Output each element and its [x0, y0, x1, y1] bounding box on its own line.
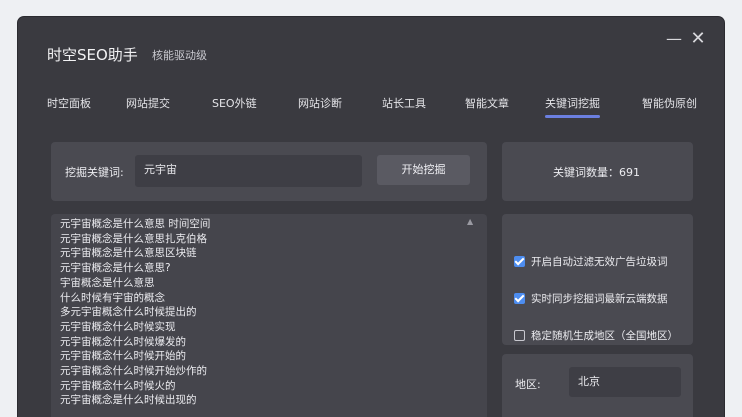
keyword-count: 关键词数量：691 — [553, 166, 640, 179]
keyword-search-panel: 挖掘关键词: 元宇宙 开始挖掘 — [51, 142, 487, 201]
option-label: 实时同步挖掘词最新云端数据 — [531, 293, 668, 305]
list-item: 多元宇宙概念什么时候提出的 — [60, 306, 197, 319]
list-item: 元宇宙概念什么时候实现 — [60, 320, 176, 333]
app-window: 时空SEO助手 核能驱动级 — ✕ 时空面板 网站提交 SEO外链 网站诊断 站… — [18, 17, 724, 417]
list-item: 宇宙概念是什么意思 — [60, 276, 155, 289]
list-item: 元宇宙概念什么时候开始的 — [60, 350, 186, 363]
tab-webmaster-tools[interactable]: 站长工具 — [382, 95, 426, 111]
option-filter-ads[interactable]: 开启自动过滤无效广告垃圾词 — [514, 254, 668, 269]
list-item: 元宇宙概念是什么时候出现的 — [60, 394, 197, 407]
tab-smart-rewrite[interactable]: 智能伪原创 — [642, 95, 697, 111]
region-panel: 地区: 北京 — [502, 354, 693, 417]
keyword-label: 挖掘关键词: — [65, 166, 124, 179]
scroll-up-icon[interactable]: ▲ — [467, 217, 473, 226]
list-item: 元宇宙概念是什么意思? — [60, 262, 171, 275]
checkbox-checked-icon[interactable] — [514, 293, 525, 304]
tab-seo-links[interactable]: SEO外链 — [212, 95, 257, 111]
tab-site-submit[interactable]: 网站提交 — [126, 95, 170, 111]
options-panel: 开启自动过滤无效广告垃圾词 实时同步挖掘词最新云端数据 稳定随机生成地区（全国地… — [502, 214, 693, 345]
option-label: 稳定随机生成地区（全国地区） — [531, 330, 678, 342]
start-mining-button[interactable]: 开始挖掘 — [377, 155, 470, 185]
close-icon[interactable]: ✕ — [690, 30, 706, 48]
region-input[interactable]: 北京 — [569, 367, 681, 397]
tab-site-diagnosis[interactable]: 网站诊断 — [298, 95, 342, 111]
tab-bar: 时空面板 网站提交 SEO外链 网站诊断 站长工具 智能文章 关键词挖掘 智能伪… — [18, 95, 724, 121]
tab-keyword-mining[interactable]: 关键词挖掘 — [545, 95, 600, 118]
keyword-count-panel: 关键词数量：691 — [502, 142, 693, 201]
list-item: 元宇宙概念是什么意思 时间空间 — [60, 218, 211, 230]
tab-time-panel[interactable]: 时空面板 — [47, 95, 91, 111]
list-item: 元宇宙概念什么时候开始炒作的 — [60, 365, 207, 378]
tab-smart-article[interactable]: 智能文章 — [465, 95, 509, 111]
option-label: 开启自动过滤无效广告垃圾词 — [531, 256, 668, 268]
list-item: 什么时候有宇宙的概念 — [60, 291, 165, 304]
list-item: 元宇宙概念什么时候爆发的 — [60, 335, 186, 348]
region-label: 地区: — [515, 378, 541, 391]
list-item: 元宇宙概念是什么意思扎克伯格 — [60, 232, 207, 245]
minimize-icon[interactable]: — — [666, 31, 682, 47]
option-random-region[interactable]: 稳定随机生成地区（全国地区） — [514, 328, 678, 343]
list-item: 元宇宙概念是什么意思区块链 — [60, 247, 197, 260]
keyword-input[interactable]: 元宇宙 — [135, 155, 362, 187]
app-title: 时空SEO助手 — [47, 46, 138, 64]
app-subtitle: 核能驱动级 — [152, 49, 207, 62]
checkbox-unchecked-icon[interactable] — [514, 330, 525, 341]
option-sync-cloud[interactable]: 实时同步挖掘词最新云端数据 — [514, 291, 668, 306]
checkbox-checked-icon[interactable] — [514, 256, 525, 267]
list-item: 元宇宙概念什么时候火的 — [60, 379, 176, 392]
keyword-lines: 元宇宙概念是什么意思 时间空间 元宇宙概念是什么意思扎克伯格 元宇宙概念是什么意… — [60, 217, 470, 408]
keyword-results-list[interactable]: 元宇宙概念是什么意思 时间空间 元宇宙概念是什么意思扎克伯格 元宇宙概念是什么意… — [51, 214, 487, 417]
